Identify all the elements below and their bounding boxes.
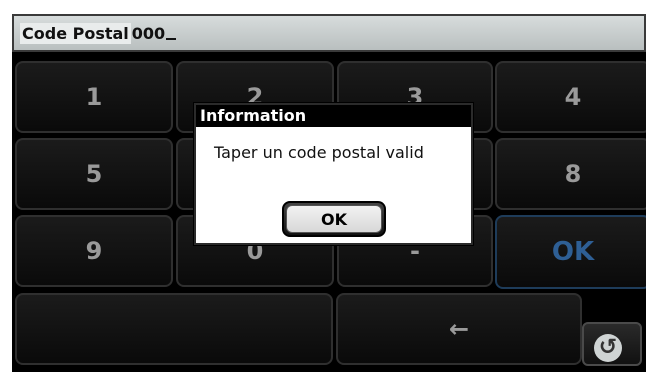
key-9[interactable]: 9 <box>15 215 173 287</box>
postal-code-value: 000 <box>131 23 166 43</box>
blank-key[interactable] <box>15 293 333 365</box>
text-cursor <box>166 38 177 40</box>
postal-code-label: Code Postal <box>20 22 131 44</box>
information-dialog: Information Taper un code postal valid O… <box>194 103 473 245</box>
backspace-key[interactable]: ← <box>336 293 582 365</box>
key-1[interactable]: 1 <box>15 61 173 133</box>
undo-arrow-icon: ↺ <box>594 334 622 362</box>
back-button[interactable]: ↺ <box>582 322 642 366</box>
dialog-ok-label: OK <box>286 205 382 233</box>
key-5[interactable]: 5 <box>15 138 173 210</box>
postal-code-field[interactable]: Code Postal 000 <box>12 14 646 52</box>
dialog-ok-button[interactable]: OK <box>282 201 386 237</box>
ok-key[interactable]: OK <box>495 215 646 289</box>
key-4[interactable]: 4 <box>495 61 646 133</box>
dialog-message: Taper un code postal valid <box>214 143 424 162</box>
key-8[interactable]: 8 <box>495 138 646 210</box>
dialog-title: Information <box>196 105 471 127</box>
